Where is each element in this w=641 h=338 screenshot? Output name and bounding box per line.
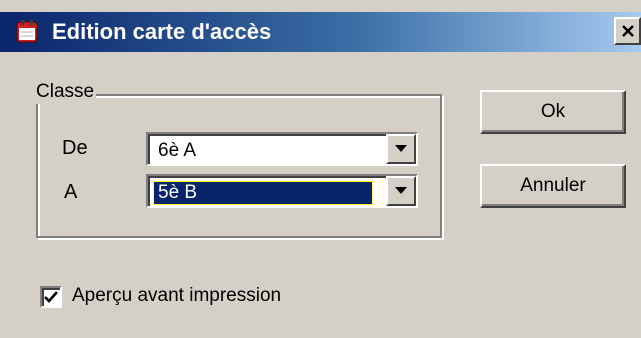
close-icon [621,25,634,37]
chevron-down-icon [395,187,407,194]
close-button[interactable] [614,17,641,45]
de-label: De [62,137,88,159]
calendar-icon [16,19,38,43]
cancel-button[interactable]: Annuler [480,164,626,208]
classe-legend: Classe [34,80,97,104]
title-bar[interactable]: Edition carte d'accès [0,12,641,52]
preview-checkbox[interactable] [40,286,62,308]
dialog-body: Classe De 6è A A 5è B Ok Annuler Aperçu … [0,52,641,338]
a-combobox[interactable]: 5è B [146,174,418,208]
dialog-window: Edition carte d'accès Classe De 6è A A 5… [0,0,641,338]
check-icon [44,291,58,303]
de-dropdown-button[interactable] [386,134,416,164]
chevron-down-icon [395,145,407,152]
preview-checkbox-label[interactable]: Aperçu avant impression [72,284,281,308]
de-value: 6è A [158,140,197,161]
classe-groupbox [36,94,442,238]
de-combobox[interactable]: 6è A [146,132,418,166]
a-label: A [64,181,78,203]
a-value: 5è B [153,181,373,205]
window-title: Edition carte d'accès [52,19,272,44]
ok-button[interactable]: Ok [480,90,626,134]
a-dropdown-button[interactable] [386,176,416,206]
